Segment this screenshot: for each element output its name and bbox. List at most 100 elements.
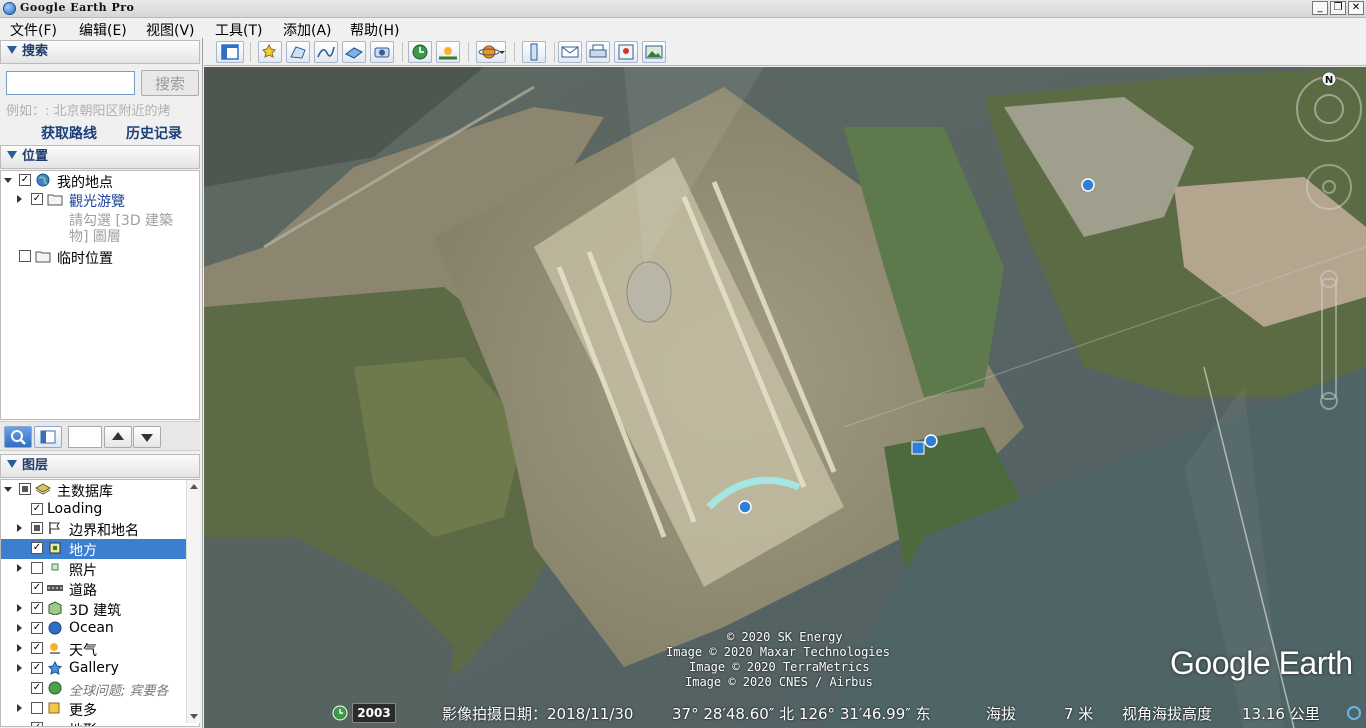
satellite-imagery[interactable]	[204, 67, 1366, 728]
layer-global-awareness[interactable]: ✓ 全球问题; 宾要各	[1, 679, 199, 699]
sidebar-toggle-button[interactable]	[216, 41, 244, 63]
places-item-my-places[interactable]: ✓ 我的地点	[1, 171, 200, 191]
menu-edit[interactable]: 编辑(E)	[79, 20, 127, 40]
search-panel-header[interactable]: 搜索	[0, 40, 200, 64]
print-button[interactable]	[586, 41, 610, 63]
search-button[interactable]: 搜索	[141, 70, 199, 96]
metro-marker[interactable]	[738, 500, 752, 514]
historical-imagery-button[interactable]	[408, 41, 432, 63]
expand-arrow-icon[interactable]	[17, 704, 22, 712]
menu-view[interactable]: 视图(V)	[146, 20, 195, 40]
search-input[interactable]	[6, 71, 135, 95]
move-joystick[interactable]	[1306, 164, 1352, 210]
checkbox[interactable]	[31, 522, 43, 534]
move-joystick-center[interactable]	[1322, 180, 1336, 194]
menu-tools[interactable]: 工具(T)	[215, 20, 262, 40]
metro-marker[interactable]	[924, 434, 938, 448]
sidebar-toggle-button[interactable]	[34, 426, 62, 448]
view-in-google-maps-button[interactable]	[614, 41, 638, 63]
map-view[interactable]: N © 2020 SK Energy Image © 2020 Maxar Te…	[204, 67, 1366, 728]
expand-arrow-icon[interactable]	[4, 487, 12, 492]
history-link[interactable]: 历史记录	[126, 123, 182, 143]
menu-add[interactable]: 添加(A)	[283, 20, 332, 40]
close-button[interactable]: ✕	[1348, 1, 1364, 15]
checkbox[interactable]: ✓	[31, 722, 43, 726]
switch-planet-button[interactable]	[476, 41, 506, 63]
layer-places[interactable]: ✓ 地方	[1, 539, 199, 559]
checkbox[interactable]: ✓	[31, 642, 43, 654]
metro-marker[interactable]	[1081, 178, 1095, 192]
expand-arrow-icon[interactable]	[17, 195, 22, 203]
layer-roads[interactable]: ✓ 道路	[1, 579, 199, 599]
zoom-slider[interactable]	[1321, 278, 1337, 400]
collapse-triangle-icon	[7, 46, 17, 54]
checkbox[interactable]: ✓	[19, 174, 31, 186]
checkbox[interactable]: ✓	[31, 662, 43, 674]
elevation-label: 海拔	[986, 705, 1017, 723]
checkbox[interactable]: ✓	[31, 193, 43, 205]
expand-arrow-icon[interactable]	[17, 624, 22, 632]
expand-arrow-icon[interactable]	[17, 564, 22, 572]
layer-primary-database[interactable]: 主数据库	[1, 480, 199, 500]
save-image-button[interactable]	[642, 41, 666, 63]
expand-arrow-icon[interactable]	[17, 644, 22, 652]
minimize-button[interactable]: _	[1312, 1, 1328, 15]
layer-3d-buildings[interactable]: ✓ 3D 建筑	[1, 599, 199, 619]
checkbox[interactable]: ✓	[31, 602, 43, 614]
record-tour-button[interactable]	[370, 41, 394, 63]
email-button[interactable]	[558, 41, 582, 63]
expand-arrow-icon[interactable]	[17, 604, 22, 612]
move-up-button[interactable]	[104, 426, 132, 448]
checkbox[interactable]: ✓	[31, 582, 43, 594]
move-down-button[interactable]	[133, 426, 161, 448]
expand-arrow-icon[interactable]	[17, 524, 22, 532]
get-directions-link[interactable]: 获取路线	[41, 123, 97, 143]
menu-file[interactable]: 文件(F)	[10, 20, 57, 40]
blank-field[interactable]	[68, 426, 102, 448]
checkbox[interactable]	[19, 250, 31, 262]
add-image-overlay-button[interactable]	[342, 41, 366, 63]
places-item-temporary[interactable]: 临时位置	[1, 247, 200, 267]
checkbox[interactable]: ✓	[31, 682, 43, 694]
toolbar-separator	[402, 42, 403, 62]
layers-panel-header[interactable]: 图层	[0, 454, 200, 478]
checkbox[interactable]	[31, 702, 43, 714]
layer-loading[interactable]: ✓ Loading	[1, 500, 199, 520]
look-joystick[interactable]	[1314, 94, 1344, 124]
compass-ring[interactable]	[1296, 76, 1362, 142]
navigation-controls[interactable]: N	[1292, 69, 1366, 429]
layer-more[interactable]: 更多	[1, 699, 199, 719]
photo-icon	[51, 563, 59, 571]
year-badge[interactable]: 2003	[352, 703, 396, 723]
places-item-sightseeing[interactable]: ✓ 觀光游覽	[1, 190, 200, 210]
layer-ocean[interactable]: ✓ Ocean	[1, 619, 199, 639]
search-panel-toggle-button[interactable]	[4, 426, 32, 448]
add-polygon-button[interactable]	[286, 41, 310, 63]
add-path-button[interactable]	[314, 41, 338, 63]
ruler-button[interactable]	[522, 41, 546, 63]
checkbox[interactable]: ✓	[31, 503, 43, 515]
scroll-down-icon[interactable]	[187, 709, 201, 723]
menu-help[interactable]: 帮助(H)	[350, 20, 399, 40]
scroll-up-icon[interactable]	[187, 480, 201, 494]
checkbox[interactable]: ✓	[31, 542, 43, 554]
layer-gallery[interactable]: ✓ Gallery	[1, 659, 199, 679]
restore-button[interactable]: ❐	[1330, 1, 1346, 15]
layer-borders-labels[interactable]: 边界和地名	[1, 519, 199, 539]
road-icon	[47, 585, 63, 591]
sunlight-button[interactable]	[436, 41, 460, 63]
zoom-out-icon[interactable]	[1320, 392, 1338, 410]
layer-photos[interactable]: 照片	[1, 559, 199, 579]
historical-clock-icon[interactable]	[332, 705, 348, 721]
checkbox[interactable]: ✓	[31, 622, 43, 634]
expand-arrow-icon[interactable]	[17, 664, 22, 672]
checkbox[interactable]	[19, 483, 31, 495]
layer-terrain[interactable]: ✓ 地形	[1, 719, 199, 726]
layers-scrollbar[interactable]	[186, 480, 200, 723]
expand-arrow-icon[interactable]	[4, 178, 12, 183]
places-panel-header[interactable]: 位置	[0, 145, 200, 169]
metro-marker[interactable]	[911, 441, 925, 455]
checkbox[interactable]	[31, 562, 43, 574]
add-placemark-button[interactable]	[258, 41, 282, 63]
layer-weather[interactable]: ✓ 天气	[1, 639, 199, 659]
